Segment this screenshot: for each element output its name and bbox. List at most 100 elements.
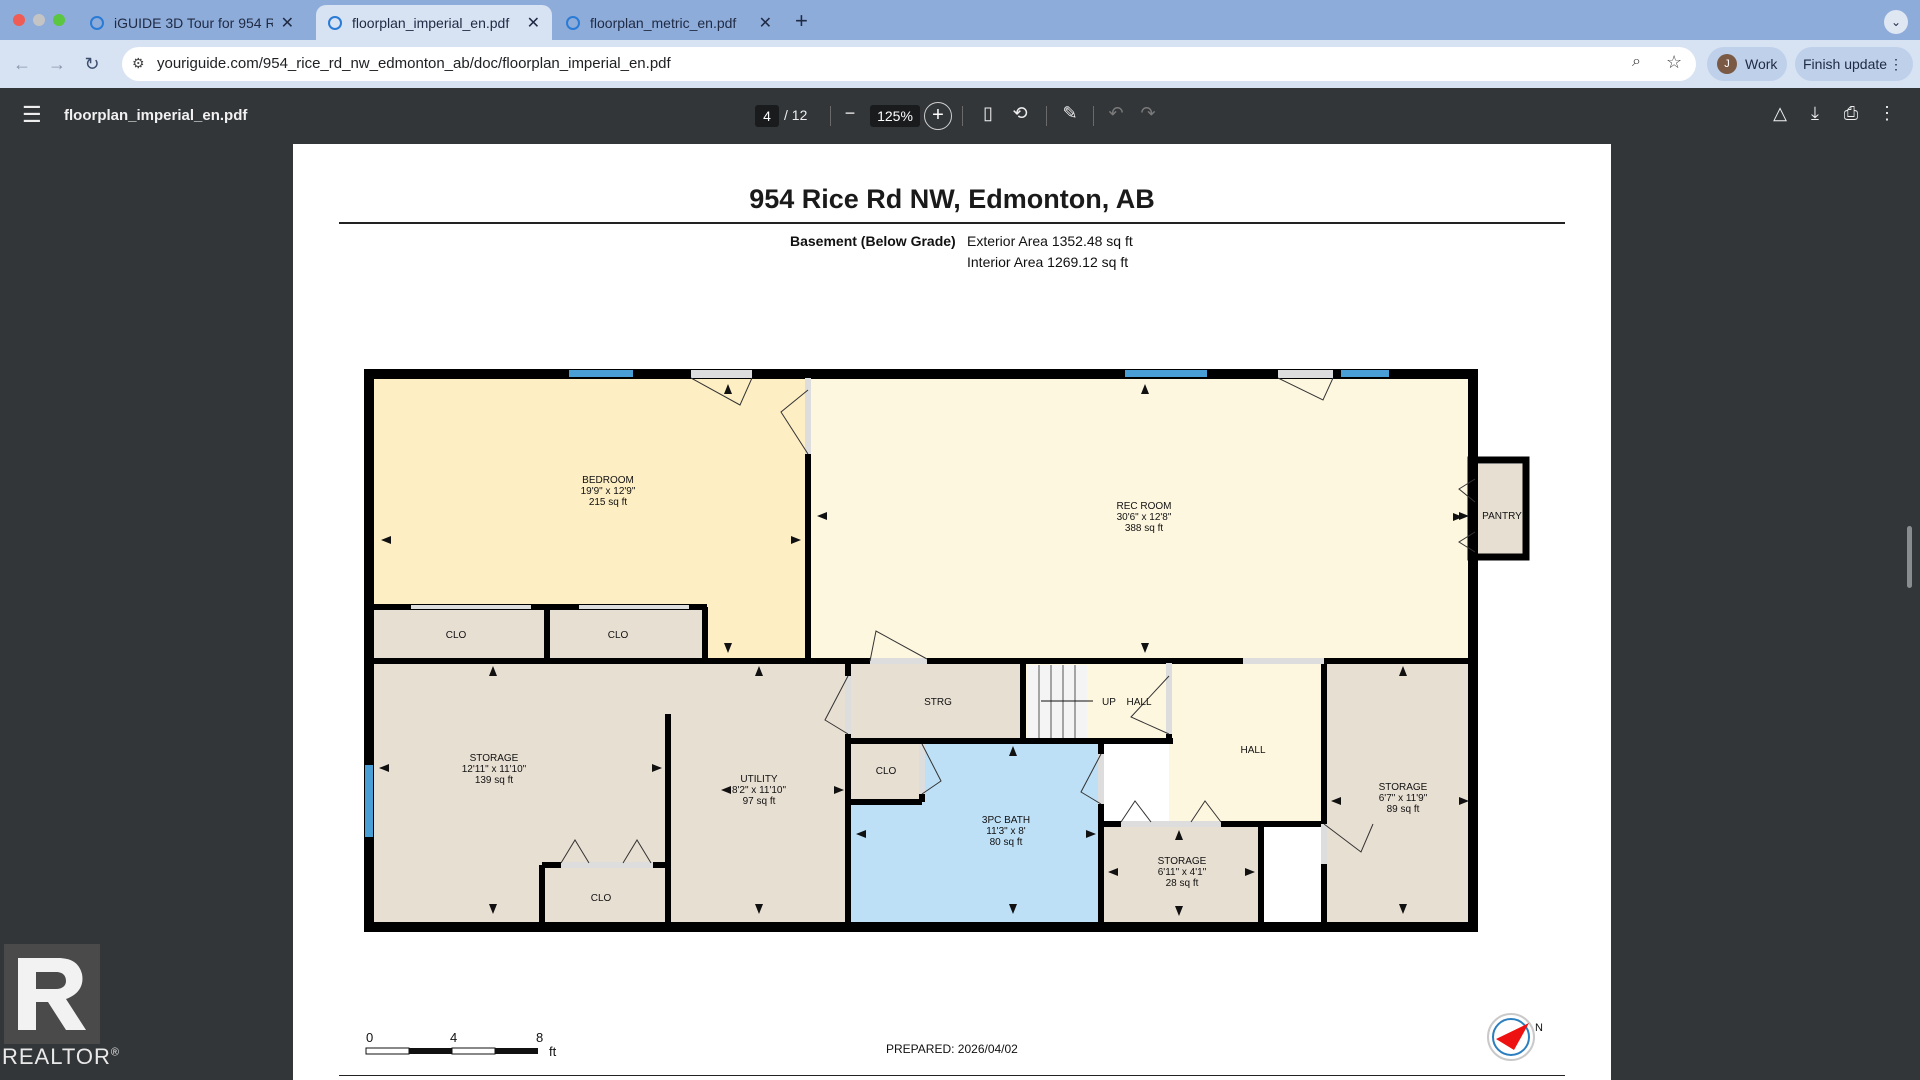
footer-rule [339,1075,1565,1076]
room-area: 139 sq ft [475,775,514,786]
realtor-r-mark [18,958,86,1030]
new-tab-button[interactable]: + [795,8,808,34]
scale-label: 8 [536,1030,544,1045]
room-area: 80 sq ft [990,837,1023,848]
toolbar-divider [1093,106,1094,126]
room-name: PANTRY [1482,511,1522,522]
room-name: STRG [924,697,952,708]
close-tab-icon[interactable]: ✕ [281,13,294,33]
room-area: 215 sq ft [589,497,628,508]
hamburger-menu-icon[interactable]: ☰ [22,102,42,128]
zoom-out-icon[interactable]: − [838,103,862,124]
drive-save-icon[interactable]: △ [1768,103,1792,124]
room-name: STORAGE [1379,782,1428,793]
room-area: 388 sq ft [1125,523,1164,534]
bookmark-star-icon[interactable]: ☆ [1666,52,1682,73]
room-name: 3PC BATH [982,815,1030,826]
minimize-window-button[interactable] [33,14,45,26]
maximize-window-button[interactable] [53,14,65,26]
update-label: Finish update [1803,56,1888,72]
close-tab-icon[interactable]: ✕ [527,13,540,33]
address-bar[interactable]: ⚙ youriguide.com/954_rice_rd_nw_edmonton… [122,47,1696,81]
room-area: 89 sq ft [1387,804,1420,815]
tab-floorplan-metric[interactable]: floorplan_metric_en.pdf ✕ [554,5,784,40]
close-window-button[interactable] [13,14,25,26]
iguide-favicon-icon [328,15,342,30]
iguide-favicon-icon [90,15,104,30]
scale-unit: ft [549,1044,557,1059]
zoom-magnifier-icon[interactable]: ⌕ [1632,53,1641,71]
rotate-icon[interactable]: ⟲ [1008,103,1032,124]
tab-label: floorplan_imperial_en.pdf [352,14,510,31]
room-dims: 6'11" x 4'1" [1158,867,1207,878]
realtor-text: REALTOR [2,1044,111,1069]
zoom-in-button[interactable]: + [924,102,952,130]
back-button[interactable]: ← [8,50,36,78]
realtor-logo-icon [4,944,100,1044]
room-name: REC ROOM [1117,501,1172,512]
room-area: 97 sq ft [743,796,776,807]
room-name: BEDROOM [582,475,634,486]
page-count: / 12 [784,107,808,123]
hall-fill [1169,659,1324,822]
scale-label: 0 [366,1030,374,1045]
room-dims: 30'6" x 12'8" [1117,512,1172,523]
url-text[interactable]: youriguide.com/954_rice_rd_nw_edmonton_a… [157,55,671,72]
toolbar-divider [962,106,963,126]
room-name: HALL [1126,697,1151,708]
print-icon[interactable]: ⎙ [1839,103,1863,124]
finish-update-button[interactable]: Finish update ⋮ [1795,47,1913,81]
realtor-wordmark: REALTOR® [2,1044,120,1070]
pdf-viewer[interactable]: 954 Rice Rd NW, Edmonton, AB Basement (B… [0,144,1920,1080]
room-name: UTILITY [740,774,778,785]
forward-button[interactable]: → [43,50,71,78]
download-icon[interactable]: ⤓ [1803,103,1827,124]
prepared-date: PREPARED: 2026/04/02 [886,1042,1018,1056]
zoom-input[interactable]: 125% [870,105,920,127]
tab-label: iGUIDE 3D Tour for 954 Rice R [114,14,273,31]
scrollbar-thumb[interactable] [1907,526,1912,588]
more-vert-icon: ⋮ [1889,56,1903,72]
page-number-input[interactable]: 4 [755,105,779,127]
room-name: CLO [446,630,467,641]
pdf-page: 954 Rice Rd NW, Edmonton, AB Basement (B… [293,144,1611,1080]
room-dims: 19'9" x 12'9" [581,486,636,497]
compass-icon [1487,1013,1535,1061]
room-name: STORAGE [1158,856,1207,867]
pdf-toolbar: ☰ floorplan_imperial_en.pdf 4 / 12 − 125… [0,88,1920,144]
close-tab-icon[interactable]: ✕ [759,13,772,33]
more-options-icon[interactable]: ⋮ [1875,103,1899,124]
room-name: UP [1102,697,1116,708]
undo-icon[interactable]: ↶ [1104,103,1128,124]
registered-mark: ® [110,1046,120,1059]
tab-label: floorplan_metric_en.pdf [590,14,737,31]
compass-label: N [1535,1022,1543,1034]
toolbar-divider [1046,106,1047,126]
tab-search-chevron-icon[interactable]: ⌄ [1884,10,1908,34]
tab-strip: iGUIDE 3D Tour for 954 Rice R ✕ floorpla… [0,0,1920,40]
tab-iguide-tour[interactable]: iGUIDE 3D Tour for 954 Rice R ✕ [78,5,306,40]
floorplan-drawing: BEDROOM 19'9" x 12'9" 215 sq ft REC ROOM… [364,369,1543,1061]
room-dims: 11'3" x 8' [986,826,1026,837]
room-area: 28 sq ft [1166,878,1199,889]
tab-floorplan-imperial[interactable]: floorplan_imperial_en.pdf ✕ [316,5,552,40]
room-name: CLO [608,630,629,641]
room-dims: 8'2" x 11'10" [732,785,787,796]
iguide-favicon-icon [566,15,580,30]
avatar: J [1717,54,1737,74]
reload-button[interactable]: ↻ [78,50,106,78]
room-dims: 6'7" x 11'9" [1379,793,1428,804]
room-name: HALL [1240,745,1265,756]
browser-toolbar: ← → ↻ ⚙ youriguide.com/954_rice_rd_nw_ed… [0,40,1920,88]
redo-icon[interactable]: ↷ [1136,103,1160,124]
room-name: CLO [591,893,612,904]
profile-label: Work [1745,56,1778,72]
fit-page-icon[interactable]: ▯ [976,103,1000,124]
annotate-pen-icon[interactable]: ✎ [1058,103,1082,124]
pantry-fill [1475,464,1524,555]
room-name: STORAGE [470,753,519,764]
site-info-icon[interactable]: ⚙ [132,55,145,72]
pdf-doc-name: floorplan_imperial_en.pdf [64,107,248,124]
profile-button[interactable]: J Work [1707,47,1787,81]
scale-bar [365,1047,538,1055]
